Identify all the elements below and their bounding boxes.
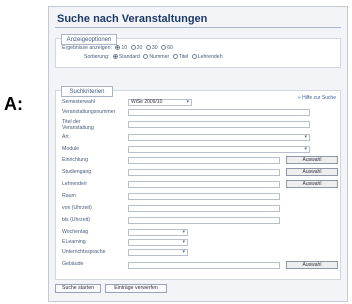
sort-option-nummer: Nummer — [149, 54, 170, 60]
bis-uhrzeit-input[interactable] — [128, 217, 280, 224]
raum-input[interactable] — [128, 193, 280, 200]
field-label-einrichtung: Einrichtung — [62, 157, 88, 163]
sort-option-titel: Titel — [178, 54, 189, 60]
semester-select[interactable]: WiSe 2009/10 ▾ — [128, 99, 192, 106]
sort-radio-titel[interactable] — [172, 54, 178, 59]
lehrende-input[interactable] — [128, 181, 280, 188]
chevron-down-icon: ▾ — [304, 134, 307, 140]
semester-label: Semesterwahl — [62, 99, 95, 105]
field-label-elearning: ELearning — [62, 239, 86, 245]
chevron-down-icon: ▾ — [182, 229, 185, 235]
chevron-down-icon: ▾ — [182, 239, 185, 245]
field-label-art: Art — [62, 134, 69, 140]
reset-entries-button[interactable]: Einträge verwerfen — [105, 284, 167, 293]
einrichtung-input[interactable] — [128, 157, 280, 164]
field-label-studiengang: Studiengang — [62, 169, 92, 175]
titel-input[interactable] — [128, 121, 310, 128]
page-title: Suche nach Veranstaltungen — [57, 13, 208, 25]
field-label-von: von (Uhrzeit) — [62, 205, 92, 211]
results-radio-30[interactable] — [145, 45, 151, 50]
gebaeude-input[interactable] — [128, 262, 280, 269]
wochentag-select[interactable]: ▾ — [128, 229, 188, 236]
figure-label: A: — [4, 94, 23, 114]
unterrichtssprache-select[interactable]: ▾ — [128, 249, 188, 256]
chevron-down-icon: ▾ — [186, 99, 189, 105]
sort-label: Sortierung: — [84, 54, 110, 60]
field-label-unterrichtssprache: Unterrichtssprache — [62, 249, 106, 255]
chevron-down-icon: ▾ — [182, 249, 185, 255]
results-option-30: 30 — [151, 45, 158, 51]
results-option-10: 10 — [121, 45, 128, 51]
results-radio-10[interactable] — [115, 45, 121, 50]
field-label-module: Module — [62, 146, 80, 152]
field-label-gebaeude: Gebäude — [62, 261, 84, 267]
sort-option-lehrende: Lehrendeh — [197, 54, 223, 60]
field-label-wochentag: Wochentag — [62, 229, 89, 235]
field-label-titel: Titel der Veranstaltung — [62, 119, 94, 131]
search-criteria-box: » Hilfe zur Suche Semesterwahl WiSe 2009… — [55, 90, 341, 280]
semester-value: WiSe 2009/10 — [131, 99, 163, 105]
results-per-page-row: Ergebnisse anzeigen: 10 20 30 60 — [62, 45, 173, 51]
title-divider — [55, 27, 341, 28]
search-help-link[interactable]: » Hilfe zur Suche — [298, 95, 336, 101]
chevron-down-icon: ▾ — [304, 146, 307, 152]
results-option-60: 60 — [167, 45, 173, 51]
art-select[interactable]: ▾ — [128, 134, 310, 141]
field-label-bis: bis (Uhrzeit) — [62, 217, 90, 223]
lehrende-select-button[interactable]: Auswahl — [286, 180, 338, 188]
results-radio-60[interactable] — [161, 45, 167, 50]
field-label-raum: Raum — [62, 193, 76, 199]
studiengang-input[interactable] — [128, 169, 280, 176]
search-criteria-legend: Suchkriterien — [61, 86, 113, 97]
results-label: Ergebnisse anzeigen: — [62, 45, 112, 51]
sort-radio-standard[interactable] — [112, 54, 118, 59]
module-select[interactable]: ▾ — [128, 146, 310, 153]
field-label-lehrende: Lehrende/r — [62, 181, 88, 187]
sort-row: Sortierung: Standard Nummer Titel Lehren… — [84, 54, 223, 60]
display-options-legend: Anzeigeoptionen — [61, 34, 117, 45]
gebaeude-select-button[interactable]: Auswahl — [286, 261, 338, 269]
veranstaltungsnummer-input[interactable] — [128, 109, 310, 116]
results-option-20: 20 — [136, 45, 143, 51]
studiengang-select-button[interactable]: Auswahl — [286, 168, 338, 176]
sort-radio-nummer[interactable] — [143, 54, 149, 59]
sort-radio-lehrende[interactable] — [191, 54, 197, 59]
field-label-veranstaltungsnummer: Veranstaltungsnummer — [62, 109, 116, 115]
sort-option-standard: Standard — [118, 54, 140, 60]
search-panel: Suche nach Veranstaltungen Ergebnisse an… — [48, 6, 348, 302]
results-radio-20[interactable] — [130, 45, 136, 50]
von-uhrzeit-input[interactable] — [128, 205, 280, 212]
start-search-button[interactable]: Suche starten — [55, 284, 101, 293]
elearning-select[interactable]: ▾ — [128, 239, 188, 246]
einrichtung-select-button[interactable]: Auswahl — [286, 156, 338, 164]
